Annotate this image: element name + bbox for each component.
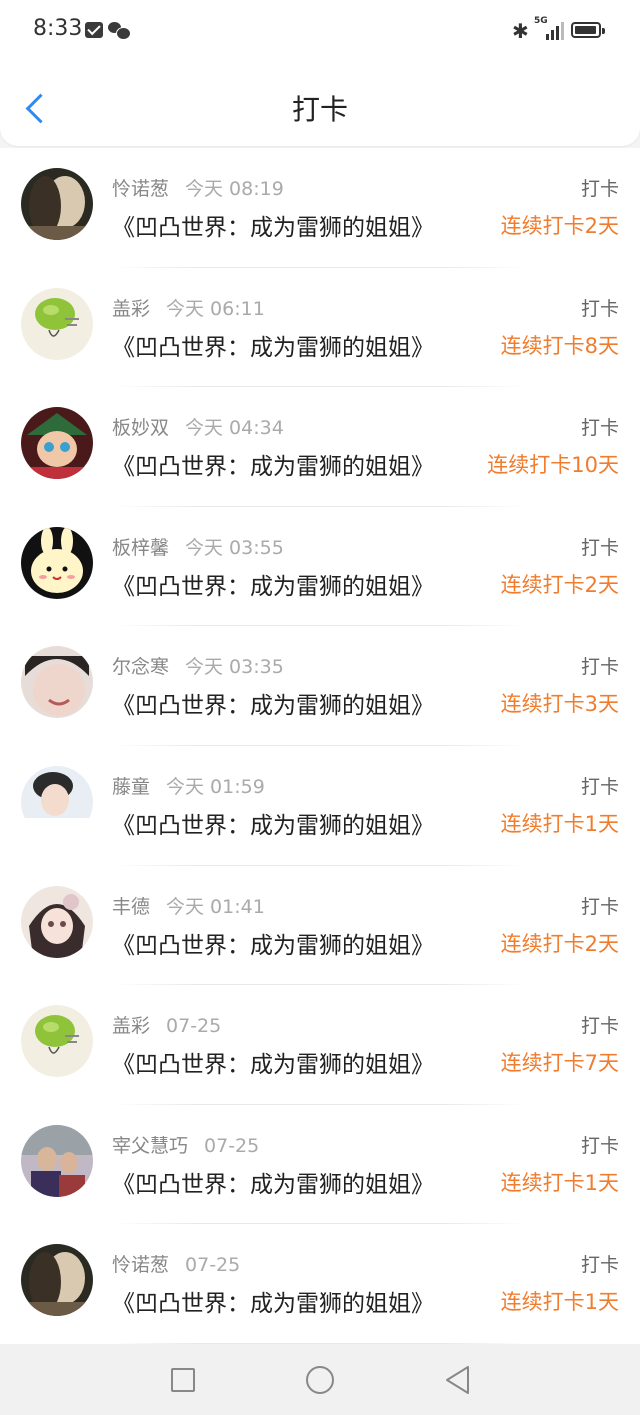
message-icon [85,22,103,38]
action-label: 打卡 [580,1134,619,1157]
user-name[interactable]: 宰父慧巧 [112,1135,188,1157]
action-label: 打卡 [580,776,619,798]
avatar[interactable] [21,1244,93,1317]
book-title[interactable]: 《凹凸世界：成为雷狮的姐姐》 [112,208,434,242]
checkin-time: 07-25 [185,1254,241,1277]
wechat-icon [108,21,131,40]
avatar[interactable] [21,526,93,599]
system-nav-bar [0,1344,640,1415]
signal-icon: 5G [534,16,564,44]
avatar[interactable] [21,407,93,480]
checkin-time: 今天 06:11 [166,297,265,320]
action-label: 打卡 [580,417,619,440]
list-item[interactable]: 板妙双 今天 04:34 《凹凸世界：成为雷狮的姐姐》 打卡连续打卡10天 [0,387,640,507]
user-meta: 丰德 今天 01:41 [112,892,265,919]
book-title[interactable]: 《凹凸世界：成为雷狮的姐姐》 [112,926,434,960]
checkin-list: 怜诺葱 今天 08:19 《凹凸世界：成为雷狮的姐姐》 打卡 连续打卡2天 盖彩 今天 06… [0,148,640,1344]
user-name[interactable]: 盖彩 [112,1015,150,1037]
list-item[interactable]: 怜诺葱 07-25 《凹凸世界：成为雷狮的姐姐》 打卡连续打卡1天 [0,1224,640,1344]
action-label: 打卡 [580,656,619,679]
book-title[interactable]: 《凹凸世界：成为雷狮的姐姐》 [112,806,434,840]
book-title[interactable]: 《凹凸世界：成为雷狮的姐姐》 [112,328,434,362]
checkin-time: 07-25 [166,1015,222,1038]
streak-label: 连续打卡1天 [500,812,619,836]
status-time: 8:33 [33,16,83,41]
list-item[interactable]: 尔念寒 今天 03:35 《凹凸世界：成为雷狮的姐姐》 打卡连续打卡3天 [0,626,640,746]
list-item[interactable]: 怜诺葱 今天 08:19 《凹凸世界：成为雷狮的姐姐》 打卡连续打卡2天 [0,148,640,268]
avatar[interactable] [21,766,93,838]
back-icon[interactable] [443,1364,473,1396]
user-meta: 板梓馨 今天 03:55 [112,533,284,560]
list-item[interactable]: 板梓馨 今天 03:55 《凹凸世界：成为雷狮的姐姐》 打卡连续打卡2天 [0,507,640,627]
streak-label: 连续打卡8天 [500,333,619,358]
checkin-time: 07-25 [204,1134,260,1157]
status-bar: 8:33 ✱ 5G [0,0,640,62]
home-icon[interactable] [306,1366,334,1394]
action-label: 打卡 [580,178,619,200]
checkin-time: 今天 08:19 [185,178,284,200]
streak-label: 连续打卡1天 [500,1290,619,1315]
action-label: 打卡 [580,1254,619,1277]
battery-icon [571,22,605,38]
recents-icon[interactable] [171,1368,195,1392]
avatar[interactable] [21,1005,93,1078]
streak-label: 连续打卡10天 [487,453,619,478]
user-meta: 宰父慧巧 07-25 [112,1131,259,1158]
user-meta: 怜诺葱 今天 08:19 [112,174,284,201]
user-name[interactable]: 怜诺葱 [112,1254,169,1276]
checkin-time: 今天 03:55 [185,536,284,559]
action-label: 打卡 [580,297,619,320]
avatar[interactable] [21,885,93,958]
user-name[interactable]: 怜诺葱 [112,178,169,200]
bluetooth-icon: ✱ [512,19,529,43]
book-title[interactable]: 《凹凸世界：成为雷狮的姐姐》 [112,1165,434,1199]
list-item[interactable]: 藤童 今天 01:59 《凹凸世界：成为雷狮的姐姐》 打卡连续打卡1天 [0,746,640,866]
user-name[interactable]: 盖彩 [112,298,150,320]
checkin-time: 今天 01:59 [166,776,265,798]
user-name[interactable]: 板梓馨 [112,537,169,559]
book-title[interactable]: 《凹凸世界：成为雷狮的姐姐》 [112,447,434,481]
page-title: 打卡 [291,93,348,126]
user-name[interactable]: 藤童 [112,776,150,798]
avatar[interactable] [21,168,93,240]
streak-label: 连续打卡2天 [500,931,619,956]
network-type: 5G [534,16,548,26]
user-name[interactable]: 丰德 [112,896,150,918]
list-item[interactable]: 宰父慧巧 07-25 《凹凸世界：成为雷狮的姐姐》 打卡连续打卡1天 [0,1105,640,1225]
checkin-time: 今天 04:34 [185,417,284,440]
list-item[interactable]: 盖彩 今天 06:11 《凹凸世界：成为雷狮的姐姐》 打卡连续打卡8天 [0,268,640,388]
streak-label: 连续打卡2天 [500,214,619,238]
user-meta: 怜诺葱 07-25 [112,1250,240,1277]
user-name[interactable]: 尔念寒 [112,656,169,678]
book-title[interactable]: 《凹凸世界：成为雷狮的姐姐》 [112,567,434,601]
title-bar: 打卡 [0,62,640,146]
streak-label: 连续打卡2天 [500,572,619,597]
streak-label: 连续打卡7天 [500,1051,619,1076]
book-title[interactable]: 《凹凸世界：成为雷狮的姐姐》 [112,1284,434,1318]
list-item[interactable]: 丰德 今天 01:41 《凹凸世界：成为雷狮的姐姐》 打卡连续打卡2天 [0,866,640,986]
user-meta: 藤童 今天 01:59 [112,772,265,799]
user-meta: 板妙双 今天 04:34 [112,413,284,440]
action-label: 打卡 [580,1015,619,1038]
user-name[interactable]: 板妙双 [112,417,169,439]
avatar[interactable] [21,1124,93,1197]
user-meta: 尔念寒 今天 03:35 [112,652,284,679]
checkin-time: 今天 01:41 [166,895,265,918]
streak-label: 连续打卡1天 [500,1170,619,1195]
book-title[interactable]: 《凹凸世界：成为雷狮的姐姐》 [112,686,434,720]
user-meta: 盖彩 07-25 [112,1011,221,1038]
action-label: 打卡 [580,895,619,918]
book-title[interactable]: 《凹凸世界：成为雷狮的姐姐》 [112,1045,434,1079]
streak-label: 连续打卡3天 [500,692,619,717]
action-label: 打卡 [580,536,619,559]
user-meta: 盖彩 今天 06:11 [112,294,265,321]
avatar[interactable] [21,287,93,360]
avatar[interactable] [21,646,93,719]
checkin-time: 今天 03:35 [185,656,284,679]
list-item[interactable]: 盖彩 07-25 《凹凸世界：成为雷狮的姐姐》 打卡连续打卡7天 [0,985,640,1105]
